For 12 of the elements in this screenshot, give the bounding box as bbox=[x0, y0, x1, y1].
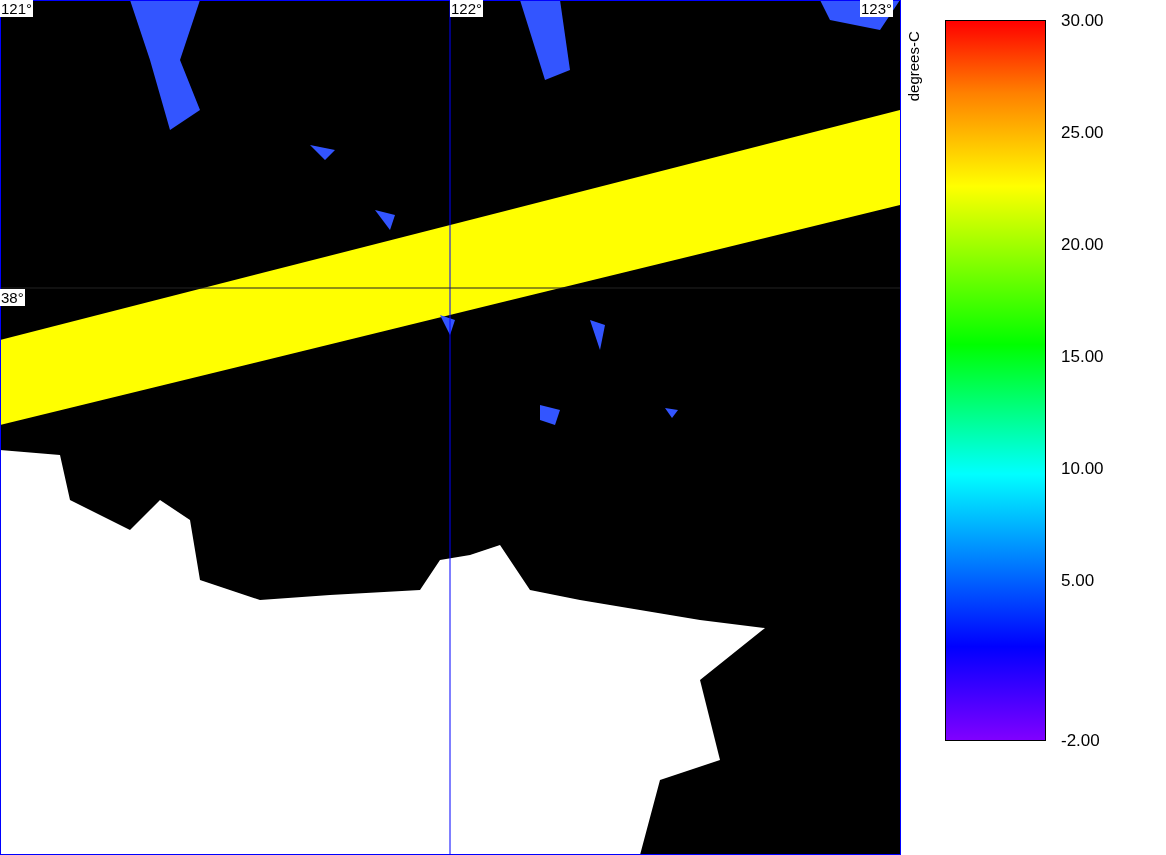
longitude-label: 122° bbox=[450, 0, 484, 17]
scale-tick-label: 25.00 bbox=[1061, 122, 1104, 144]
scale-tick-label: 20.00 bbox=[1061, 234, 1104, 256]
scale-tick-label: 10.00 bbox=[1061, 458, 1104, 480]
longitude-label: 121° bbox=[0, 0, 34, 17]
scale-tick-label: 30.00 bbox=[1061, 10, 1104, 32]
scale-tick-label: 5.00 bbox=[1061, 570, 1095, 592]
scale-tick-label: -2.00 bbox=[1061, 730, 1100, 752]
latitude-label: 38° bbox=[0, 289, 25, 306]
longitude-label: 123° bbox=[860, 0, 894, 17]
scale-tick-label: 15.00 bbox=[1061, 346, 1104, 368]
unit-label: degrees-C bbox=[903, 31, 923, 102]
